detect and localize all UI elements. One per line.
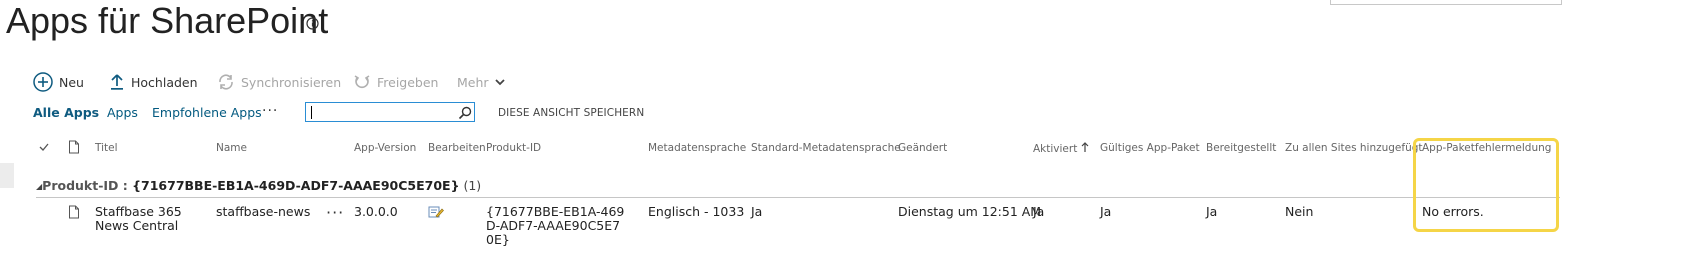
cell-added-to-all-sites: Nein bbox=[1285, 204, 1314, 219]
cell-title[interactable]: Staffbase 365 News Central bbox=[95, 205, 210, 233]
new-label: Neu bbox=[59, 74, 84, 90]
column-header-edit[interactable]: Bearbeiten bbox=[428, 142, 486, 154]
group-divider bbox=[36, 197, 1560, 198]
group-separator: : bbox=[118, 178, 133, 193]
sync-label: Synchronisieren bbox=[241, 74, 342, 90]
column-header-modified[interactable]: Geändert bbox=[898, 142, 947, 154]
column-header-valid-package[interactable]: Gültiges App-Paket bbox=[1100, 142, 1200, 154]
cell-activated: Ja bbox=[1033, 204, 1045, 219]
more-button[interactable]: Mehr bbox=[457, 70, 513, 94]
row-selection-gutter bbox=[0, 163, 14, 188]
search-input[interactable] bbox=[305, 102, 475, 122]
cell-modified: Dienstag um 12:51 AM bbox=[898, 204, 1042, 219]
cell-valid-package: Ja bbox=[1100, 204, 1112, 219]
column-header-metadata-language[interactable]: Metadatensprache bbox=[648, 142, 746, 154]
cell-app-version: 3.0.0.0 bbox=[354, 204, 398, 219]
column-header-deployed[interactable]: Bereitgestellt bbox=[1206, 142, 1276, 154]
document-icon bbox=[69, 205, 79, 219]
sort-ascending-icon bbox=[1081, 142, 1089, 152]
share-label: Freigeben bbox=[377, 74, 439, 90]
column-header-activated-label: Aktiviert bbox=[1033, 143, 1078, 155]
view-featured-apps[interactable]: Empfohlene Apps bbox=[152, 105, 262, 120]
search-icon[interactable] bbox=[458, 106, 472, 120]
chevron-down-icon bbox=[494, 79, 505, 86]
new-button[interactable]: Neu bbox=[33, 70, 84, 94]
save-view-button[interactable]: DIESE ANSICHT SPEICHERN bbox=[498, 107, 644, 119]
row-menu-button[interactable]: ··· bbox=[326, 203, 344, 222]
top-right-search-box[interactable] bbox=[1330, 0, 1562, 5]
text-cursor bbox=[311, 106, 312, 119]
view-all-apps[interactable]: Alle Apps bbox=[33, 105, 99, 120]
share-button[interactable]: Freigeben bbox=[353, 70, 438, 94]
group-header[interactable]: ◢Produkt-ID : {71677BBE-EB1A-469D-ADF7-A… bbox=[36, 178, 481, 193]
document-type-icon bbox=[69, 140, 79, 154]
sync-button[interactable]: Synchronisieren bbox=[217, 70, 341, 94]
column-header-activated[interactable]: Aktiviert bbox=[1033, 142, 1089, 155]
group-value: {71677BBE-EB1A-469D-ADF7-AAAE90C5E70E} bbox=[132, 178, 460, 193]
upload-label: Hochladen bbox=[131, 74, 198, 90]
upload-arrow-icon bbox=[111, 74, 123, 90]
cell-deployed: Ja bbox=[1206, 204, 1218, 219]
view-apps[interactable]: Apps bbox=[107, 105, 138, 120]
cell-default-metadata-language: Ja bbox=[751, 204, 763, 219]
upload-button[interactable]: Hochladen bbox=[109, 70, 198, 94]
plus-circle-icon bbox=[33, 72, 53, 92]
column-header-title[interactable]: Titel bbox=[95, 142, 118, 154]
highlight-box bbox=[1413, 138, 1559, 232]
cell-name: staffbase-news bbox=[216, 204, 311, 219]
cell-product-id: {71677BBE-EB1A-469D-ADF7-AAAE90C5E70E} bbox=[486, 204, 625, 247]
column-header-product-id[interactable]: Produkt-ID bbox=[486, 142, 541, 154]
column-header-name[interactable]: Name bbox=[216, 142, 247, 154]
cell-metadata-language: Englisch - 1033 bbox=[648, 204, 745, 219]
column-header-added-to-all-sites[interactable]: Zu allen Sites hinzugefügt bbox=[1285, 142, 1423, 154]
select-all-check-icon[interactable] bbox=[38, 141, 50, 153]
column-header-default-metadata-language[interactable]: Standard-Metadatensprache bbox=[751, 142, 901, 154]
column-header-app-version[interactable]: App-Version bbox=[354, 142, 416, 154]
share-icon bbox=[354, 75, 370, 89]
edit-icon[interactable] bbox=[428, 205, 444, 219]
more-label: Mehr bbox=[457, 74, 489, 90]
page-title: Apps für SharePoint bbox=[6, 0, 329, 41]
group-label: Produkt-ID bbox=[42, 178, 119, 193]
info-icon[interactable] bbox=[306, 17, 319, 30]
sync-icon bbox=[219, 74, 233, 90]
views-more-button[interactable]: ··· bbox=[262, 103, 278, 119]
group-count: (1) bbox=[463, 178, 482, 193]
